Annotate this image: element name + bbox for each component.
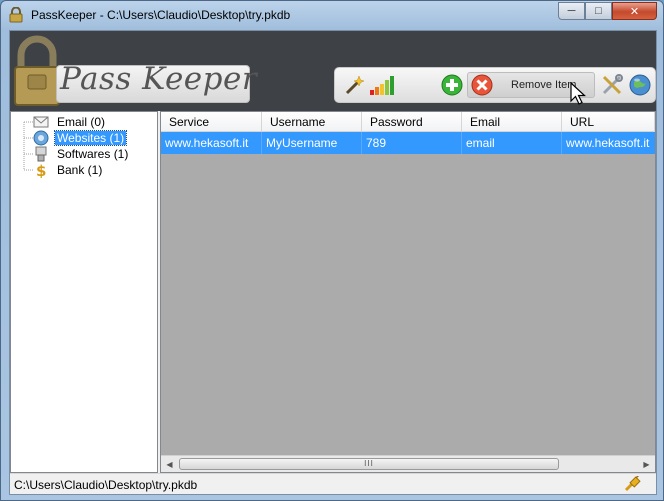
strength-button[interactable] <box>369 72 395 98</box>
tree-item-label: Bank (1) <box>57 163 103 177</box>
toolbar: Remove Item <box>334 67 656 103</box>
signal-strength-icon <box>370 76 394 95</box>
category-tree[interactable]: Email (0) Websites (1) Softwares (1) $ B… <box>10 111 158 473</box>
cell-password[interactable]: 789 <box>362 132 462 154</box>
envelope-icon <box>33 116 49 128</box>
column-header-password[interactable]: Password <box>362 112 462 132</box>
generate-password-button[interactable] <box>341 72 367 98</box>
tree-item-websites[interactable]: Websites (1) <box>33 130 128 146</box>
svg-text:$: $ <box>36 162 46 178</box>
close-button[interactable]: ✕ <box>612 2 657 20</box>
cell-email[interactable]: email <box>462 132 562 154</box>
maximize-button[interactable]: □ <box>585 2 612 20</box>
arrow-left-icon: ◀ <box>166 459 173 469</box>
cell-service[interactable]: www.hekasoft.it <box>161 132 262 154</box>
close-icon: ✕ <box>629 5 640 18</box>
app-logo-text: Pass Keeper <box>60 61 258 97</box>
add-icon <box>441 74 463 96</box>
globe-icon <box>629 74 651 96</box>
table-row[interactable]: www.hekasoft.it MyUsername 789 email www… <box>161 132 655 154</box>
add-item-button[interactable] <box>439 72 465 98</box>
remove-icon-holder <box>469 72 495 98</box>
window-title: PassKeeper - C:\Users\Claudio\Desktop\tr… <box>31 8 291 22</box>
app-window: PassKeeper - C:\Users\Claudio\Desktop\tr… <box>0 0 664 501</box>
dollar-icon: $ <box>36 162 46 178</box>
tools-button[interactable] <box>599 72 625 98</box>
remove-item-label: Remove Item <box>511 79 577 91</box>
plug-icon <box>624 476 641 492</box>
scroll-right-button[interactable]: ▶ <box>638 456 655 472</box>
tree-item-label: Email (0) <box>57 115 106 129</box>
client-area: Pass Keeper Remove Item Email (0) Websit… <box>9 30 657 495</box>
remove-icon <box>471 74 493 96</box>
magic-wand-icon <box>345 75 365 95</box>
logo-padlock-icon <box>14 35 60 106</box>
cell-url[interactable]: www.hekasoft.it <box>562 132 655 154</box>
tree-item-email[interactable]: Email (0) <box>33 114 107 130</box>
tree-item-label: Softwares (1) <box>57 147 129 161</box>
minimize-button[interactable]: ─ <box>558 2 585 20</box>
website-button[interactable] <box>627 72 653 98</box>
tree-item-softwares[interactable]: Softwares (1) <box>33 146 130 162</box>
maximize-icon: □ <box>595 5 602 17</box>
status-bar: C:\Users\Claudio\Desktop\try.pkdb <box>10 473 656 494</box>
scroll-thumb[interactable]: III <box>179 458 559 470</box>
column-header-url[interactable]: URL <box>562 112 655 132</box>
arrow-right-icon: ▶ <box>643 459 650 469</box>
status-path: C:\Users\Claudio\Desktop\try.pkdb <box>14 478 198 492</box>
tree-item-label: Websites (1) <box>53 130 128 146</box>
items-grid[interactable]: Service Username Password Email URL www.… <box>160 111 656 473</box>
column-header-service[interactable]: Service <box>161 112 262 132</box>
column-header-username[interactable]: Username <box>262 112 362 132</box>
grid-header: Service Username Password Email URL <box>161 112 655 132</box>
globe-icon <box>33 130 49 146</box>
column-header-email[interactable]: Email <box>462 112 562 132</box>
horizontal-scrollbar[interactable]: ◀ III ▶ <box>161 455 655 472</box>
title-bar[interactable]: PassKeeper - C:\Users\Claudio\Desktop\tr… <box>1 1 663 29</box>
tools-icon <box>602 74 623 95</box>
app-header: Pass Keeper Remove Item <box>10 31 656 111</box>
minimize-icon: ─ <box>567 5 576 17</box>
cell-username[interactable]: MyUsername <box>262 132 362 154</box>
tree-item-bank[interactable]: $ Bank (1) <box>33 162 104 178</box>
padlock-icon <box>9 7 23 23</box>
software-icon <box>35 146 47 162</box>
scroll-left-button[interactable]: ◀ <box>161 456 178 472</box>
scroll-grip: III <box>364 459 374 468</box>
